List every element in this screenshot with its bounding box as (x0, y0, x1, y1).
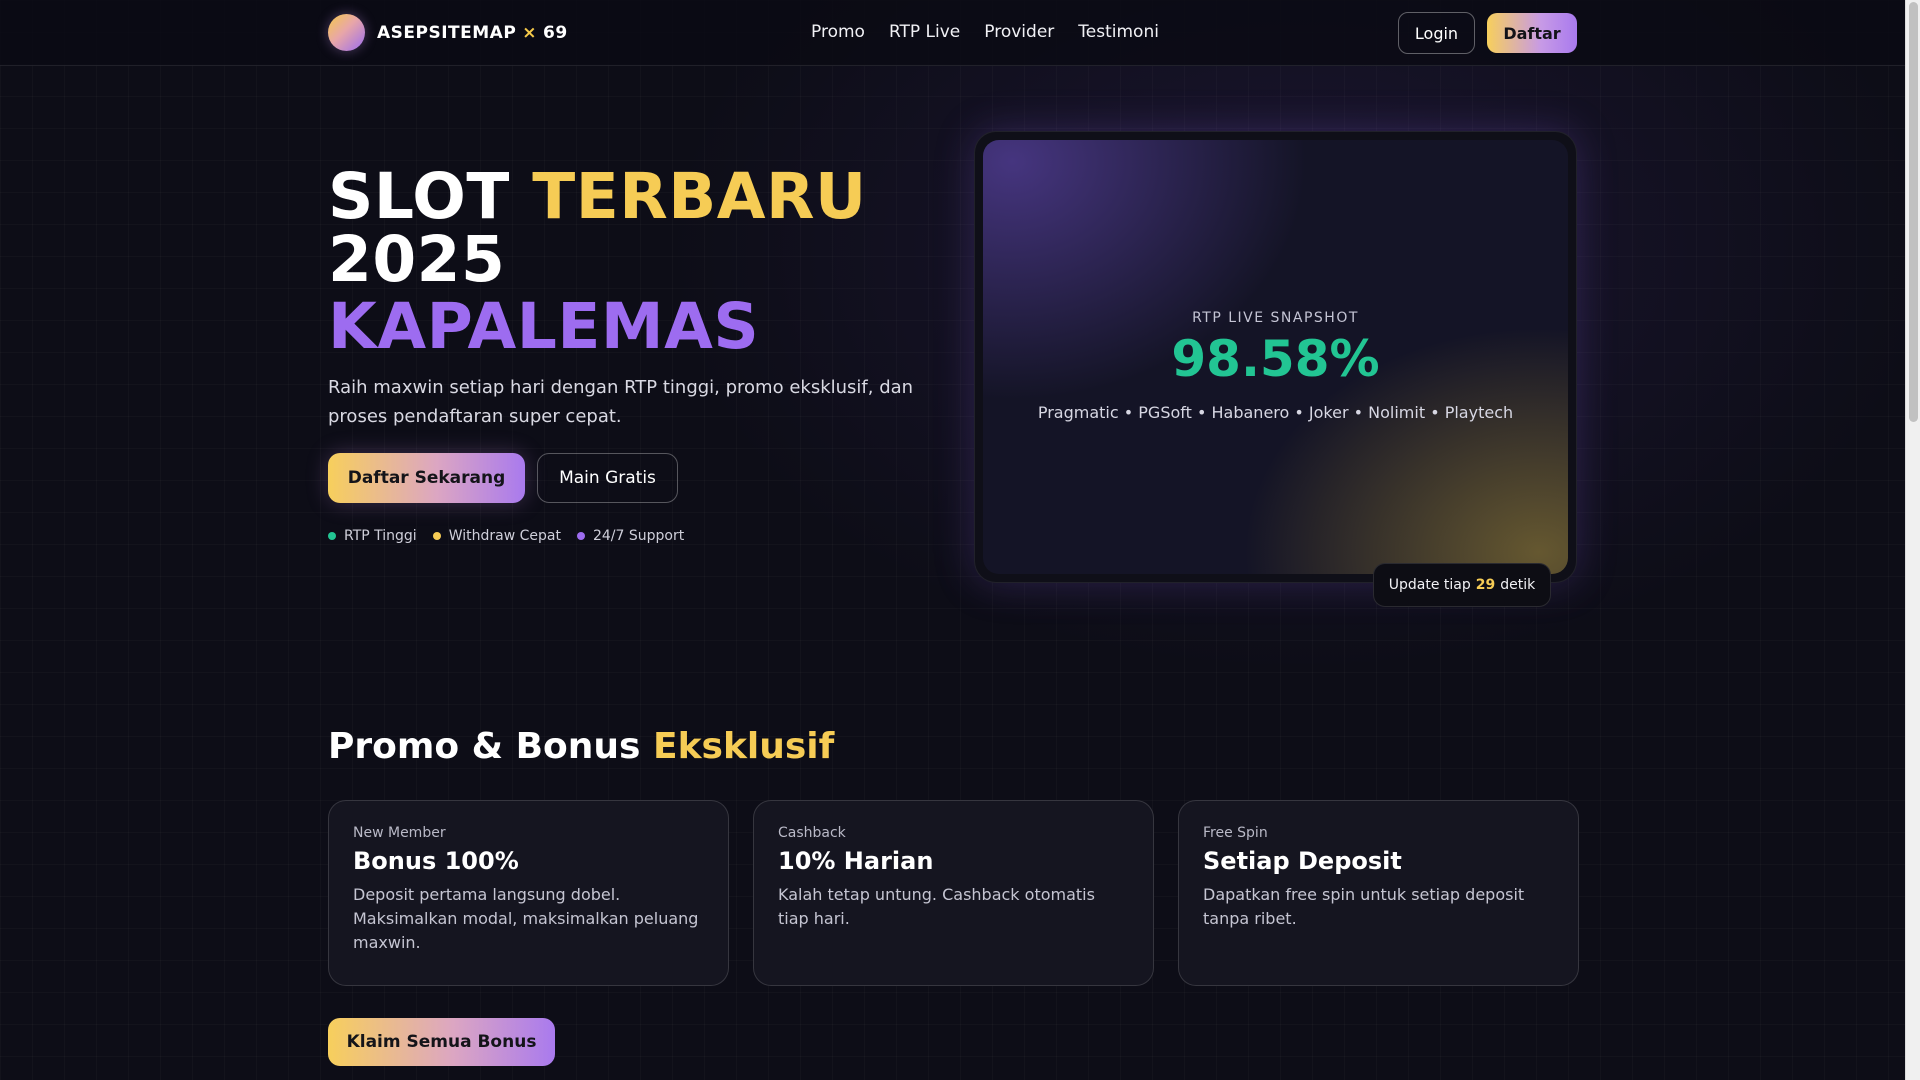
brand-x: × (522, 22, 538, 43)
promo-title-accent: Eksklusif (652, 726, 835, 767)
rtp-providers: Pragmatic • PGSoft • Habanero • Joker • … (1037, 403, 1514, 422)
hero-title-kapalemas: KAPALEMAS (328, 290, 760, 363)
klaim-semua-bonus-button[interactable]: Klaim Semua Bonus (328, 1018, 555, 1066)
card-title: Setiap Deposit (1203, 847, 1402, 875)
promo-card-new-member[interactable]: New Member Bonus 100% Deposit pertama la… (328, 800, 729, 986)
rtp-value: 98.58% (1171, 330, 1380, 388)
brand-number: 69 (543, 22, 568, 43)
feature-label: RTP Tinggi (344, 528, 417, 544)
brand[interactable]: ASEPSITEMAP × 69 (328, 14, 568, 51)
scrollbar-thumb[interactable] (1909, 2, 1918, 422)
daftar-button[interactable]: Daftar (1487, 13, 1577, 53)
rtp-live-card: RTP LIVE SNAPSHOT 98.58% Pragmatic • PGS… (974, 131, 1577, 583)
card-description: Deposit pertama langsung dobel. Maksimal… (353, 885, 699, 952)
hero-title-year: 2025 (328, 223, 506, 296)
feature-list: RTP Tinggi Withdraw Cepat 24/7 Support (328, 528, 684, 544)
feature-item: Withdraw Cepat (432, 528, 561, 544)
top-navbar: ASEPSITEMAP × 69 Promo RTP Live Provider T… (0, 0, 1905, 66)
nav-promo[interactable]: Promo (811, 22, 865, 42)
nav-provider[interactable]: Provider (984, 22, 1054, 42)
card-title: 10% Harian (778, 847, 934, 875)
promo-section-title: Promo & Bonus Eksklusif (328, 726, 834, 767)
rtp-card-inner: RTP LIVE SNAPSHOT 98.58% Pragmatic • PGS… (983, 140, 1568, 574)
feature-label: Withdraw Cepat (448, 528, 561, 544)
hero-description: Raih maxwin setiap hari dengan RTP tingg… (328, 377, 914, 427)
card-description: Kalah tetap untung. Cashback otomatis ti… (778, 885, 1095, 928)
promo-card-free-spin[interactable]: Free Spin Setiap Deposit Dapatkan free s… (1178, 800, 1579, 986)
feature-label: 24/7 Support (592, 528, 685, 544)
main-gratis-button[interactable]: Main Gratis (537, 453, 678, 503)
brand-logo-icon (328, 14, 365, 51)
promo-card-cashback[interactable]: Cashback 10% Harian Kalah tetap untung. … (753, 800, 1154, 986)
card-title: Bonus 100% (353, 847, 519, 875)
brand-name: ASEPSITEMAP (377, 22, 517, 43)
card-tag: Cashback (778, 825, 846, 841)
nav-rtp-live[interactable]: RTP Live (889, 22, 960, 42)
update-suffix: detik (1500, 577, 1536, 593)
main-nav: Promo RTP Live Provider Testimoni (811, 22, 1159, 42)
daftar-sekarang-button[interactable]: Daftar Sekarang (328, 453, 525, 503)
feature-item: RTP Tinggi (328, 528, 417, 544)
page-scrollbar[interactable] (1905, 0, 1920, 1080)
brand-text: ASEPSITEMAP × 69 (377, 23, 568, 43)
update-prefix: Update tiap (1388, 577, 1471, 593)
promo-title-main: Promo & Bonus (328, 726, 641, 767)
yellow-dot-icon (432, 532, 441, 540)
card-tag: Free Spin (1203, 825, 1268, 841)
card-tag: New Member (353, 825, 446, 841)
promo-cards: New Member Bonus 100% Deposit pertama la… (328, 800, 1579, 986)
green-dot-icon (328, 532, 336, 540)
rtp-label: RTP LIVE SNAPSHOT (1192, 310, 1359, 326)
purple-dot-icon (576, 532, 585, 540)
feature-item: 24/7 Support (576, 528, 685, 544)
nav-testimoni[interactable]: Testimoni (1078, 22, 1159, 42)
hero-title: SLOT TERBARU 2025 KAPALEMAS (328, 165, 867, 358)
update-seconds: 29 (1475, 577, 1496, 593)
login-button[interactable]: Login (1398, 12, 1475, 54)
hero-title-terbaru: TERBARU (532, 160, 867, 233)
card-description: Dapatkan free spin untuk setiap deposit … (1203, 885, 1525, 928)
update-timer-pill: Update tiap 29 detik (1373, 563, 1551, 607)
